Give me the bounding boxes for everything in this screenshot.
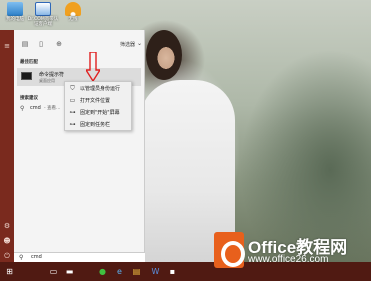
desktop-icon-label: 无线 bbox=[68, 17, 78, 22]
context-item-open-location[interactable]: ▭ 打开文件位置 bbox=[65, 95, 133, 106]
context-item-label: 固定到"开始"屏幕 bbox=[80, 110, 120, 116]
panel-toolbar: ▤ ▯ ⊕ 筛选器 ⌄ bbox=[14, 39, 145, 51]
search-box[interactable]: ⚲ cmd bbox=[14, 252, 145, 262]
web-icon[interactable]: ⊕ bbox=[54, 39, 64, 49]
context-item-pin-start[interactable]: ⊶ 固定到"开始"屏幕 bbox=[65, 107, 133, 118]
cmd-taskbar-icon[interactable]: ▪ bbox=[167, 266, 178, 277]
red-arrow-annotation bbox=[86, 52, 100, 82]
apps-icon[interactable]: ▤ bbox=[20, 39, 30, 49]
edge-icon[interactable]: e bbox=[114, 266, 125, 277]
settings-gear-icon[interactable]: ⚙ bbox=[3, 222, 11, 230]
watermark: Office教程网 www.office26.com bbox=[214, 232, 369, 272]
task-view-icon[interactable]: ▭ bbox=[48, 266, 59, 277]
web-search-header: 搜索建议 bbox=[20, 96, 38, 101]
desktop-icon-label: 我的电脑 bbox=[6, 17, 24, 22]
drcom-icon bbox=[35, 2, 51, 16]
watermark-url: www.office26.com bbox=[248, 254, 329, 265]
user-icon[interactable]: ☻ bbox=[3, 237, 11, 245]
pin-icon: ⊶ bbox=[69, 109, 76, 116]
web-query-suffix: - 查看... bbox=[44, 106, 61, 111]
pin-icon: ⊶ bbox=[69, 121, 76, 128]
windows-start-icon[interactable]: ⊞ bbox=[4, 266, 15, 277]
admin-shield-icon: ⛉ bbox=[70, 85, 75, 92]
context-item-label: 固定到任务栏 bbox=[80, 122, 111, 128]
desktop-icon-computer[interactable]: 我的电脑 bbox=[0, 2, 30, 22]
desktop-icon-drcom[interactable]: Dr.COM宽带认证客户端 bbox=[27, 2, 59, 27]
context-menu: ⛉ 以管理员身份运行 ▭ 打开文件位置 ⊶ 固定到"开始"屏幕 ⊶ 固定到任务栏 bbox=[64, 81, 132, 131]
filter-label[interactable]: 筛选器 bbox=[120, 41, 135, 48]
context-item-pin-taskbar[interactable]: ⊶ 固定到任务栏 bbox=[65, 119, 133, 130]
search-input[interactable]: cmd bbox=[31, 254, 42, 260]
search-results-panel: ▤ ▯ ⊕ 筛选器 ⌄ 最佳匹配 命令提示符 桌面应用 搜索建议 ⚲ cmd -… bbox=[14, 30, 145, 262]
office-logo-icon bbox=[214, 232, 245, 268]
folder-icon: ▭ bbox=[69, 97, 76, 104]
best-match-header: 最佳匹配 bbox=[20, 60, 38, 65]
hamburger-menu-icon[interactable]: ≡ bbox=[3, 42, 11, 50]
search-icon: ⚲ bbox=[19, 254, 24, 261]
documents-icon[interactable]: ▯ bbox=[36, 39, 46, 49]
search-icon: ⚲ bbox=[20, 105, 25, 112]
word-icon[interactable]: W bbox=[150, 266, 161, 277]
desktop-icon-label: Dr.COM宽带认证客户端 bbox=[27, 17, 59, 27]
wifi-icon bbox=[65, 2, 81, 16]
start-menu-rail: ≡ ⚙ ☻ ⏻ bbox=[0, 30, 14, 262]
web-query: cmd bbox=[30, 105, 41, 111]
context-item-label: 以管理员身份运行 bbox=[80, 86, 121, 92]
computer-icon bbox=[7, 2, 23, 16]
best-match-subtitle: 桌面应用 bbox=[39, 78, 55, 83]
best-match-name: 命令提示符 bbox=[39, 72, 65, 78]
chevron-down-icon[interactable]: ⌄ bbox=[137, 40, 142, 47]
context-item-label: 打开文件位置 bbox=[80, 98, 111, 104]
wallpaper-figure-head bbox=[146, 30, 182, 80]
context-item-run-as-admin[interactable]: ⛉ 以管理员身份运行 bbox=[65, 83, 133, 94]
command-prompt-icon bbox=[21, 72, 32, 80]
file-explorer-icon[interactable]: ▤ bbox=[131, 266, 142, 277]
power-icon[interactable]: ⏻ bbox=[3, 252, 11, 260]
desktop-icon-wifi[interactable]: 无线 bbox=[58, 2, 88, 22]
browser-360-icon[interactable]: ● bbox=[97, 266, 108, 277]
folder-taskbar-icon[interactable]: ▬ bbox=[64, 266, 75, 277]
